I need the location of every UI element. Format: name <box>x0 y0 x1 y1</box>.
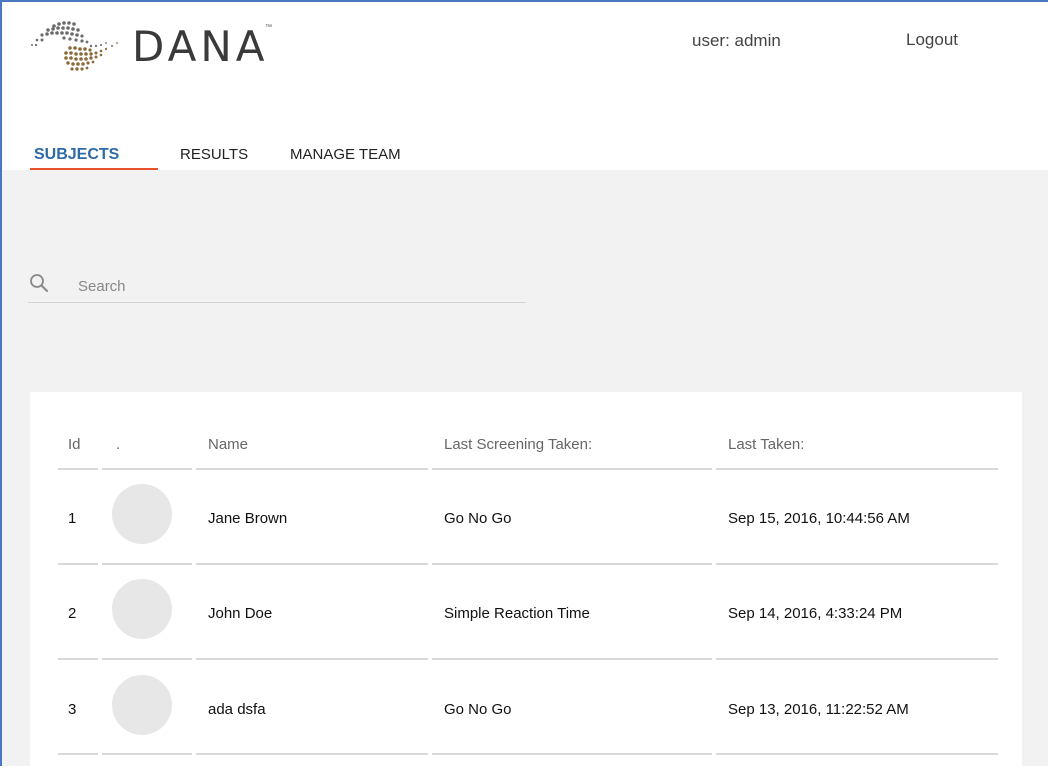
main-content: Id . Name Last Screening Taken: Last Tak… <box>2 170 1048 772</box>
row-last-taken: Sep 15, 2016, 10:44:56 AM <box>728 510 910 527</box>
row-divider <box>58 658 98 660</box>
row-name: Jane Brown <box>208 510 288 527</box>
search-bar <box>28 270 526 303</box>
column-header-last-taken[interactable]: Last Taken: <box>728 436 804 453</box>
row-divider <box>102 753 192 755</box>
search-input[interactable] <box>76 273 520 299</box>
row-name: ada dsfa <box>208 701 266 718</box>
row-last-screening: Go No Go <box>444 701 512 718</box>
subjects-table: Id . Name Last Screening Taken: Last Tak… <box>30 392 1022 772</box>
row-divider <box>716 563 998 565</box>
tab-manage-team[interactable]: MANAGE TEAM <box>290 146 401 163</box>
row-divider <box>432 753 712 755</box>
search-icon <box>30 274 48 292</box>
header-divider <box>432 468 712 470</box>
current-user-label: user: admin <box>692 31 781 50</box>
row-divider <box>102 658 192 660</box>
header-divider <box>58 468 98 470</box>
logo-trademark: ™ <box>265 24 272 31</box>
row-divider <box>58 753 98 755</box>
row-id: 2 <box>68 605 77 622</box>
row-divider <box>432 563 712 565</box>
row-divider <box>716 753 998 755</box>
row-name: John Doe <box>208 605 273 622</box>
tab-results[interactable]: RESULTS <box>180 146 248 163</box>
row-divider <box>196 658 428 660</box>
column-header-last-screening[interactable]: Last Screening Taken: <box>444 436 592 453</box>
row-id: 3 <box>68 701 77 718</box>
column-header-id[interactable]: Id <box>68 436 81 453</box>
row-id: 1 <box>68 510 77 527</box>
row-divider <box>716 658 998 660</box>
header-divider <box>196 468 428 470</box>
logo-wordmark: DANA <box>132 22 269 71</box>
row-last-taken: Sep 14, 2016, 4:33:24 PM <box>728 605 903 622</box>
row-last-screening: Go No Go <box>444 510 512 527</box>
avatar <box>112 675 172 735</box>
header-divider <box>102 468 192 470</box>
row-last-taken: Sep 13, 2016, 11:22:52 AM <box>728 701 909 718</box>
row-divider <box>196 753 428 755</box>
logout-link[interactable]: Logout <box>906 30 958 50</box>
row-divider <box>102 563 192 565</box>
dana-logo[interactable]: DANA ™ <box>24 16 284 76</box>
avatar <box>112 484 172 544</box>
row-divider <box>58 563 98 565</box>
row-divider <box>196 563 428 565</box>
logo-dots-icon <box>31 21 118 71</box>
tab-subjects[interactable]: SUBJECTS <box>34 146 119 164</box>
row-last-screening: Simple Reaction Time <box>444 605 590 622</box>
header-divider <box>716 468 998 470</box>
avatar <box>112 579 172 639</box>
app-header: DANA ™ user: admin Logout SUBJECTS RESUL… <box>2 2 1048 171</box>
column-header-avatar: . <box>116 436 121 453</box>
column-header-name[interactable]: Name <box>208 436 248 453</box>
row-divider <box>432 658 712 660</box>
